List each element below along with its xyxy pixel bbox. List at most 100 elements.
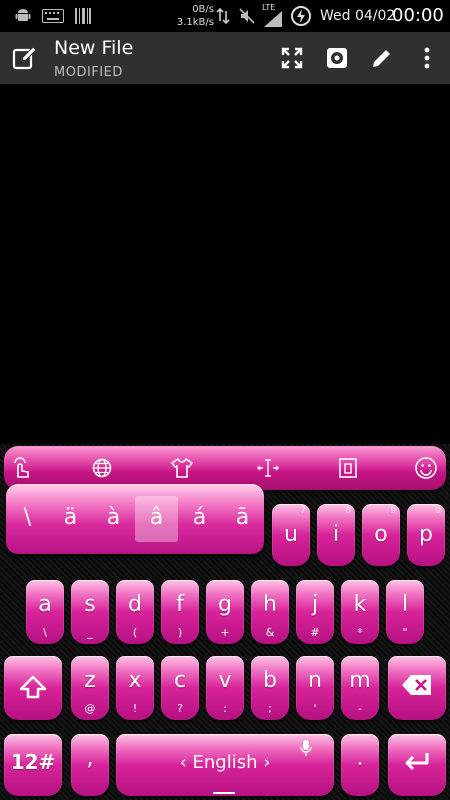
key-label: x: [128, 668, 142, 693]
accent-popup: \ ä à â á ā: [6, 484, 264, 554]
key-g[interactable]: g +: [206, 580, 244, 644]
mute-icon: [238, 0, 256, 32]
key-label: l: [401, 592, 409, 617]
key-label: n: [308, 668, 322, 693]
enter-icon: [388, 750, 446, 780]
key-c[interactable]: c ?: [161, 656, 199, 720]
fullscreen-icon[interactable]: [277, 43, 307, 73]
key-hint: 8: [345, 506, 351, 516]
comma-key[interactable]: ,: [71, 734, 109, 796]
file-status: MODIFIED: [54, 65, 123, 80]
key-sublabel: *: [357, 626, 363, 639]
signal-icon: LTE: [262, 0, 284, 32]
key-s[interactable]: s _: [71, 580, 109, 644]
key-b[interactable]: b ;: [251, 656, 289, 720]
key-sublabel: ;: [268, 702, 272, 715]
key-z[interactable]: z @: [71, 656, 109, 720]
key-label: s: [84, 592, 96, 617]
space-indicator: [213, 792, 235, 794]
status-bar: 0B/s 3.1kB/s LTE Wed 04/02 00:00: [0, 0, 450, 32]
key-n[interactable]: n ': [296, 656, 334, 720]
key-sublabel: ": [402, 626, 408, 639]
key-label: u: [284, 522, 298, 547]
key-x[interactable]: x !: [116, 656, 154, 720]
key-sublabel: (: [132, 626, 138, 639]
microphone-icon: [300, 740, 312, 760]
key-sublabel: +: [220, 626, 230, 639]
key-sublabel: _: [87, 626, 93, 639]
accent-option[interactable]: ä: [49, 496, 92, 542]
key-label: k: [353, 592, 367, 617]
key-i[interactable]: 8 i: [317, 504, 355, 566]
key-k[interactable]: k *: [341, 580, 379, 644]
accent-option[interactable]: à: [92, 496, 135, 542]
shift-icon: [4, 674, 62, 706]
net-speed-up: 0B/s: [192, 4, 214, 15]
key-l[interactable]: l ": [386, 580, 424, 644]
settings-icon[interactable]: [322, 43, 352, 73]
key-sublabel: #: [310, 626, 320, 639]
key-label: i: [332, 522, 340, 547]
key-hint: 9: [390, 506, 396, 516]
key-sublabel: ): [177, 626, 183, 639]
network-type: LTE: [262, 3, 276, 12]
overflow-menu-icon[interactable]: [412, 43, 442, 73]
key-sublabel: ?: [177, 702, 183, 715]
accent-option[interactable]: á: [178, 496, 221, 542]
key-v[interactable]: v :: [206, 656, 244, 720]
backspace-key[interactable]: [388, 656, 446, 720]
key-u[interactable]: 7 u: [272, 504, 310, 566]
emoji-icon[interactable]: [414, 456, 438, 480]
status-date: Wed 04/02: [320, 8, 396, 24]
key-d[interactable]: d (: [116, 580, 154, 644]
touch-gesture-icon[interactable]: [10, 456, 34, 480]
key-hint: 7: [300, 506, 306, 516]
key-label: z: [84, 668, 96, 693]
space-key[interactable]: ‹ English ›: [116, 734, 334, 796]
key-label: h: [263, 592, 277, 617]
edit-document-icon[interactable]: [10, 43, 40, 73]
text-editor-area[interactable]: [0, 84, 450, 444]
battery-charging-icon: [290, 0, 312, 32]
period-key[interactable]: .: [341, 734, 379, 796]
shift-key[interactable]: [4, 656, 62, 720]
key-label: c: [173, 668, 187, 693]
file-title: New File: [54, 37, 134, 59]
key-label: ,: [86, 746, 94, 771]
data-transfer-icon: [216, 0, 230, 32]
key-sublabel: ': [313, 702, 317, 715]
network-speed: 0B/s 3.1kB/s: [170, 3, 214, 29]
action-bar: New File MODIFIED: [0, 32, 450, 84]
key-f[interactable]: f ): [161, 580, 199, 644]
key-p[interactable]: 0 p: [407, 504, 445, 566]
pencil-icon[interactable]: [367, 43, 397, 73]
key-h[interactable]: h &: [251, 580, 289, 644]
key-label: f: [176, 592, 184, 617]
key-j[interactable]: j #: [296, 580, 334, 644]
key-label: o: [374, 522, 388, 547]
clipboard-icon[interactable]: [336, 456, 360, 480]
barcode-icon: [74, 0, 92, 32]
accent-option-selected[interactable]: â: [135, 496, 178, 542]
globe-icon[interactable]: [90, 456, 114, 480]
enter-key[interactable]: [388, 734, 446, 796]
key-a[interactable]: a \: [26, 580, 64, 644]
key-label: v: [218, 668, 232, 693]
keyboard-icon: [42, 0, 64, 32]
key-label: b: [263, 668, 277, 693]
status-time: 00:00: [392, 5, 444, 26]
key-hint: 0: [435, 506, 441, 516]
key-label: p: [419, 522, 433, 547]
backspace-icon: [388, 674, 446, 702]
key-o[interactable]: 9 o: [362, 504, 400, 566]
key-sublabel: @: [84, 702, 96, 715]
accent-option[interactable]: \: [6, 496, 49, 542]
key-label: .: [356, 746, 364, 771]
accent-option[interactable]: ā: [221, 496, 264, 542]
symbols-key[interactable]: 12#: [4, 734, 62, 796]
key-label: j: [311, 592, 319, 617]
theme-shirt-icon[interactable]: [170, 456, 194, 480]
cursor-move-icon[interactable]: [256, 456, 280, 480]
key-m[interactable]: m -: [341, 656, 379, 720]
key-label: g: [218, 592, 232, 617]
